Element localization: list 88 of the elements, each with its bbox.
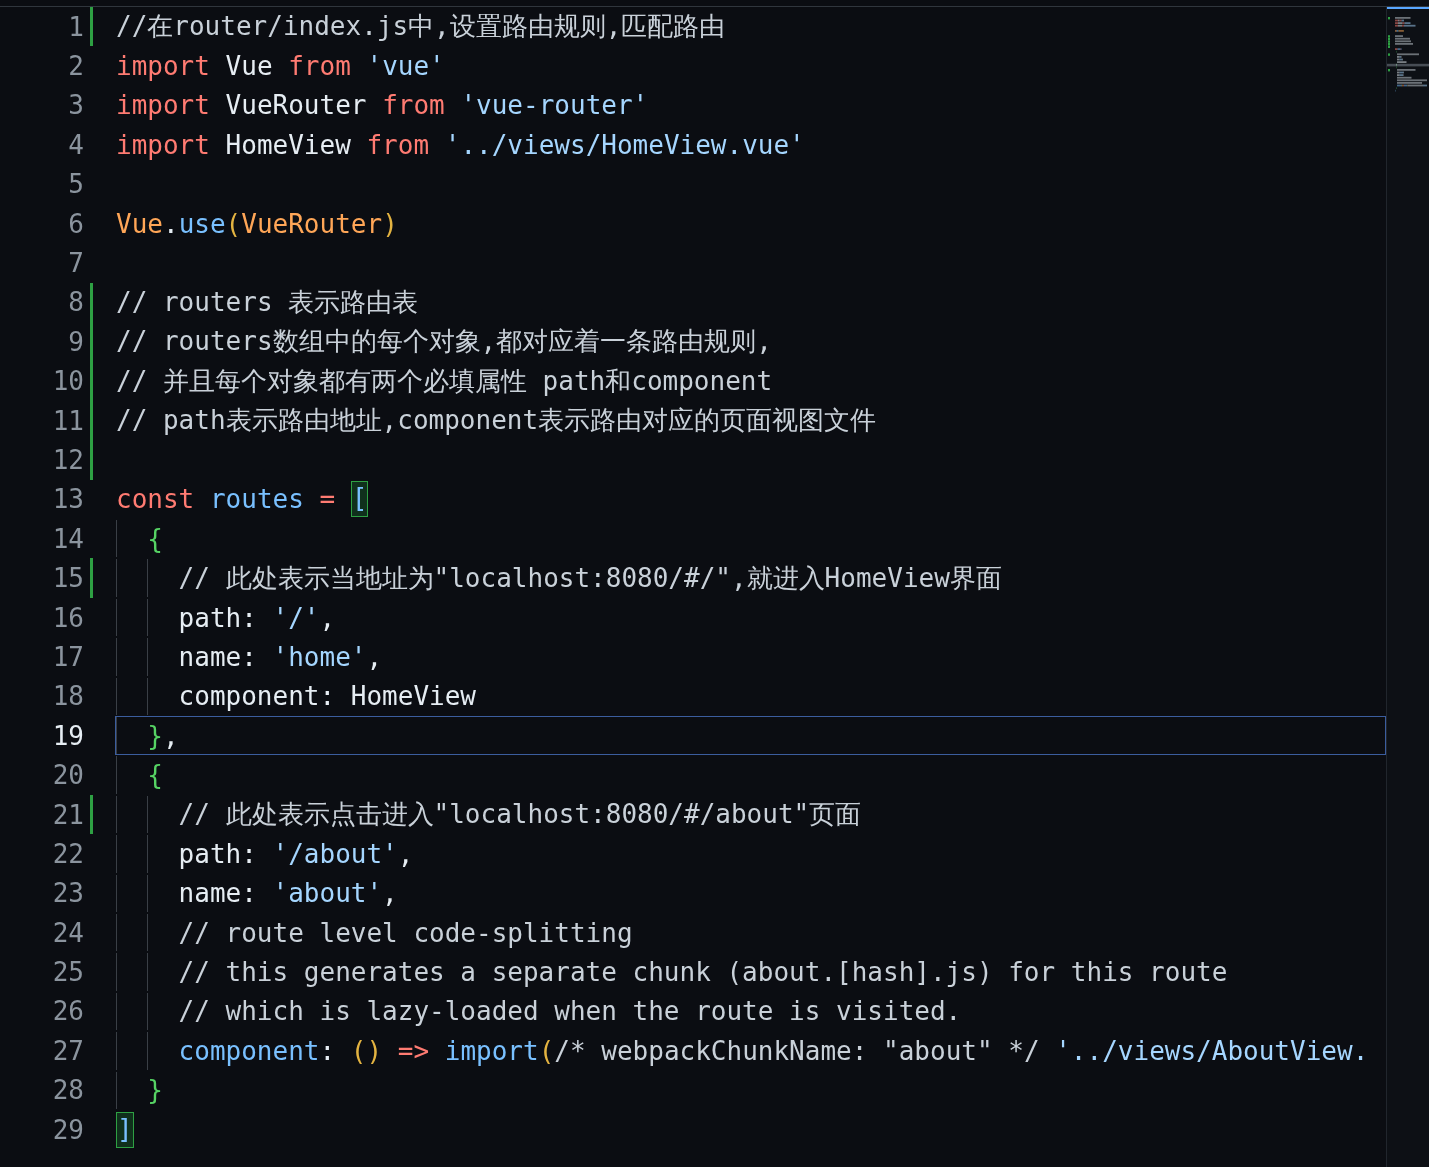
code-comment: // routers 表示路由表 (116, 285, 419, 319)
line-number: 18 (51, 681, 84, 712)
code-token: HomeView (225, 129, 352, 160)
line-number: 7 (67, 248, 84, 279)
code-token: '../views/HomeView.vue' (444, 129, 805, 160)
line-number: 25 (51, 957, 84, 988)
line-number: 14 (51, 523, 84, 554)
code-token: : (319, 1035, 337, 1066)
code-token: 'about' (272, 878, 383, 909)
code-token: '/about' (272, 838, 398, 869)
code-token: ( (225, 208, 242, 239)
code-token: '../views/AboutView. (1055, 1035, 1369, 1066)
code-token: VueRouter (225, 90, 368, 121)
line-number: 9 (67, 326, 84, 357)
code-comment: // this generates a separate chunk (about.[hash].js) for this route (178, 957, 1228, 988)
code-token: } (147, 720, 163, 751)
line-number: 13 (51, 484, 84, 515)
line-number: 26 (51, 996, 84, 1027)
code-token: , (366, 641, 383, 672)
code-token: } (147, 1075, 163, 1106)
line-number: 24 (51, 917, 84, 948)
code-token: from (366, 129, 431, 160)
line-number: 10 (51, 366, 84, 397)
code-token: ( (538, 1035, 555, 1066)
code-comment: //在router/index.js中,设置路由规则,匹配路由 (116, 10, 726, 44)
matched-bracket: ] (116, 1111, 134, 1148)
code-token: name: (178, 878, 258, 909)
line-number: 16 (51, 602, 84, 633)
line-number: 27 (51, 1035, 84, 1066)
code-token: name: (178, 641, 258, 672)
line-number: 17 (51, 641, 84, 672)
code-comment: /* webpackChunkName: "about" */ (554, 1035, 1041, 1066)
code-token: const (116, 484, 196, 515)
code-comment: // which is lazy-loaded when the route is visited. (178, 996, 962, 1027)
code-token: VueRouter (241, 208, 383, 239)
line-number: 2 (67, 51, 84, 82)
code-token: component (178, 1035, 320, 1066)
line-number: 12 (51, 445, 84, 475)
line-number: 4 (67, 129, 84, 160)
code-comment: // path表示路由地址,component表示路由对应的页面视图文件 (116, 404, 877, 438)
code-token: , (397, 838, 414, 869)
code-token: () (350, 1035, 384, 1066)
code-token: '/' (272, 602, 320, 633)
code-token: path: (178, 838, 258, 869)
code-token: ) (382, 208, 398, 239)
line-number: 23 (51, 878, 84, 909)
code-comment: // route level code-splitting (178, 917, 633, 948)
line-number: 20 (51, 760, 84, 791)
line-number: 28 (51, 1075, 84, 1106)
code-token: { (147, 760, 163, 791)
code-token: 'home' (272, 641, 367, 672)
code-token: import (116, 51, 211, 82)
code-token: import (116, 90, 211, 121)
code-token: , (319, 602, 336, 633)
line-number: 6 (67, 208, 84, 239)
line-number: 29 (51, 1114, 84, 1145)
code-token: 'vue' (366, 51, 445, 82)
line-number: 19 (51, 720, 84, 751)
code-token: component: HomeView (178, 681, 476, 712)
line-number: 11 (51, 405, 84, 436)
code-token: path: (178, 602, 258, 633)
line-number: 3 (67, 90, 84, 121)
line-number: 15 (51, 563, 84, 594)
code-comment: // 此处表示当地址为"localhost:8080/#/",就进入HomeView界面 (178, 561, 1002, 595)
code-token: 'vue-router' (460, 90, 649, 121)
code-comment: // 并且每个对象都有两个必填属性 path和component (116, 364, 773, 398)
code-token: , (382, 878, 398, 909)
code-token: . (162, 208, 179, 239)
code-token: { (147, 523, 163, 554)
code-comment: // routers数组中的每个对象,都对应着一条路由规则, (116, 325, 772, 359)
code-token: = (319, 484, 337, 515)
code-token: import (444, 1035, 539, 1066)
line-number: 8 (67, 287, 84, 318)
line-number: 1 (67, 11, 84, 42)
code-token: from (288, 51, 352, 82)
code-token: Vue (116, 208, 163, 239)
line-number: 22 (51, 838, 84, 869)
line-number: 5 (67, 169, 84, 200)
matched-bracket: [ (350, 481, 369, 518)
code-token: use (178, 208, 226, 239)
code-comment: // 此处表示点击进入"localhost:8080/#/about"页面 (178, 798, 862, 831)
code-token: from (382, 90, 446, 121)
code-token: routes (209, 484, 305, 515)
code-token: , (162, 720, 179, 751)
code-token: import (116, 129, 211, 160)
line-number: 21 (51, 799, 84, 830)
code-token: Vue (225, 51, 274, 82)
code-token: => (397, 1035, 431, 1066)
